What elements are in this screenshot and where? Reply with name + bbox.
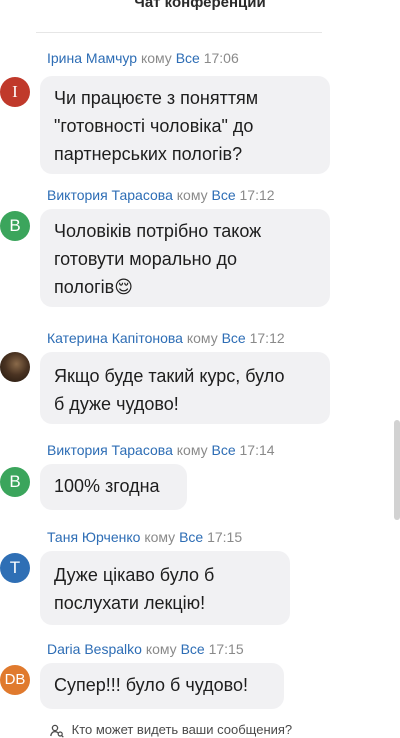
message-time: 17:15 <box>207 529 243 545</box>
message-line: Дуже цікаво було б <box>54 565 215 585</box>
avatar-letter: В <box>9 472 21 491</box>
message-line: готовути морально до <box>54 249 238 269</box>
chat-title: Чат конференции <box>0 0 400 18</box>
message-sender[interactable]: Ірина Мамчур <box>47 50 137 66</box>
message-to-word: кому <box>176 187 208 203</box>
message-to-word: кому <box>144 529 176 545</box>
message-time: 17:06 <box>203 50 239 66</box>
message-to-word: кому <box>186 330 218 346</box>
avatar-photo <box>0 352 30 382</box>
message-time: 17:15 <box>208 641 244 657</box>
message-recipient[interactable]: Все <box>179 529 203 545</box>
visibility-info-link[interactable]: Кто может видеть ваши сообщения? <box>50 722 292 738</box>
message-sender[interactable]: Виктория Тарасова <box>47 187 173 203</box>
message-line: Якщо буде такий курс, було <box>54 366 285 386</box>
message-line: послухати лекцію! <box>54 593 206 613</box>
avatar-letter: Т <box>9 558 21 577</box>
avatar-letter: I <box>12 82 18 101</box>
message-to-word: кому <box>145 641 177 657</box>
chat-title-text: Чат конференции <box>134 0 266 11</box>
message-to-word: кому <box>140 50 172 66</box>
avatar: Т <box>0 553 30 583</box>
avatar: DB <box>0 665 30 695</box>
message-recipient[interactable]: Все <box>181 641 205 657</box>
avatar: В <box>0 211 30 241</box>
message-bubble: Дуже цікаво було б послухати лекцію! <box>40 551 290 625</box>
message-sender[interactable]: Катерина Капітонова <box>47 330 183 346</box>
message-meta: Виктория Тарасова кому Все 17:14 <box>47 442 275 458</box>
message-time: 17:12 <box>239 187 275 203</box>
message-line: 100% згодна <box>54 476 160 496</box>
message-meta: Ірина Мамчур кому Все 17:06 <box>47 50 239 66</box>
message-bubble: 100% згодна <box>40 464 187 510</box>
avatar-letter: В <box>9 216 21 235</box>
message-to-word: кому <box>176 442 208 458</box>
message-line: пологів😌 <box>54 277 133 297</box>
avatar-letter: DB <box>4 671 26 688</box>
message-sender[interactable]: Daria Bespalko <box>47 641 142 657</box>
avatar: В <box>0 467 30 497</box>
user-search-icon <box>50 724 64 738</box>
message-line: партнерських пологів? <box>54 144 243 164</box>
message-bubble: Супер!!! було б чудово! <box>40 663 284 709</box>
message-recipient[interactable]: Все <box>212 187 236 203</box>
message-recipient[interactable]: Все <box>176 50 200 66</box>
message-line: Супер!!! було б чудово! <box>54 675 248 695</box>
message-time: 17:12 <box>249 330 285 346</box>
message-bubble: Чоловіків потрібно також готовути мораль… <box>40 209 330 307</box>
message-line: "готовності чоловіка" до <box>54 116 254 136</box>
chat-scrollbar[interactable] <box>394 420 400 520</box>
message-meta: Катерина Капітонова кому Все 17:12 <box>47 330 285 346</box>
message-meta: Daria Bespalko кому Все 17:15 <box>47 641 244 657</box>
message-meta: Таня Юрченко кому Все 17:15 <box>47 529 242 545</box>
message-sender[interactable]: Виктория Тарасова <box>47 442 173 458</box>
message-recipient[interactable]: Все <box>212 442 236 458</box>
message-meta: Виктория Тарасова кому Все 17:12 <box>47 187 275 203</box>
message-line: Чоловіків потрібно також <box>54 221 262 241</box>
message-bubble: Якщо буде такий курс, було б дуже чудово… <box>40 352 330 424</box>
header-divider <box>36 32 322 33</box>
message-bubble: Чи працюєте з поняттям "готовності чолов… <box>40 76 330 174</box>
message-line: б дуже чудово! <box>54 394 179 414</box>
message-line: Чи працюєте з поняттям <box>54 88 259 108</box>
message-time: 17:14 <box>239 442 275 458</box>
message-recipient[interactable]: Все <box>222 330 246 346</box>
message-sender[interactable]: Таня Юрченко <box>47 529 140 545</box>
avatar: I <box>0 77 30 107</box>
